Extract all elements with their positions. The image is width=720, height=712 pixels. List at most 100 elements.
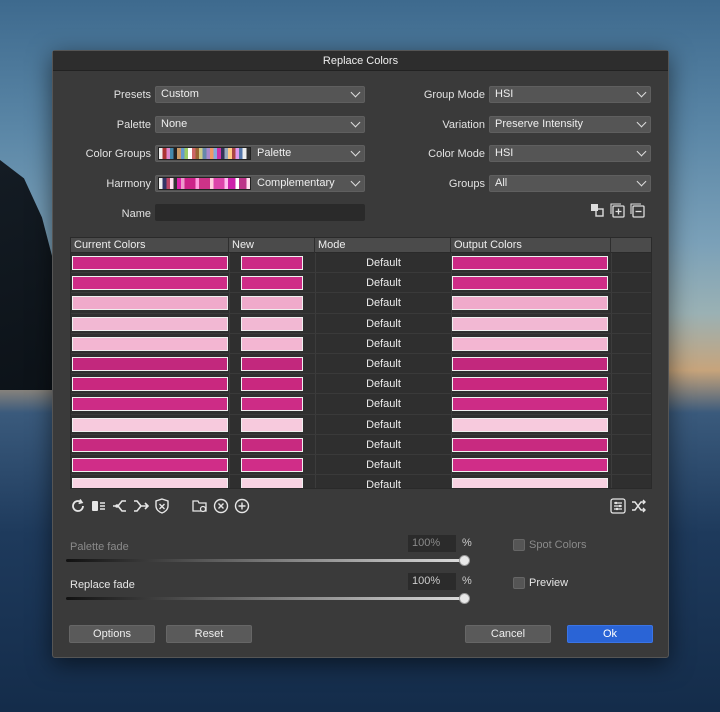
cancel-button[interactable]: Cancel [465, 625, 551, 643]
column-divider [611, 333, 612, 353]
color-groups-dropdown[interactable]: Palette [155, 145, 365, 162]
column-divider [229, 394, 230, 414]
mode-cell[interactable]: Default [316, 354, 451, 374]
table-row[interactable]: Default [71, 253, 651, 274]
add-group-icon[interactable] [610, 203, 625, 218]
settings-list-icon[interactable] [610, 498, 626, 514]
options-button[interactable]: Options [69, 625, 155, 643]
presets-dropdown[interactable]: Custom [155, 86, 365, 103]
variation-dropdown[interactable]: Preserve Intensity [489, 116, 651, 133]
colors-table: Current Colors New Mode Output Colors De… [70, 237, 652, 489]
column-divider [229, 273, 230, 293]
new-color-swatch[interactable] [241, 457, 303, 472]
replace-fade-track[interactable] [66, 597, 466, 600]
mode-cell[interactable]: Default [316, 475, 451, 488]
column-divider [611, 434, 612, 454]
chevron-down-icon [350, 176, 361, 187]
palette-dropdown[interactable]: None [155, 116, 365, 133]
table-row[interactable]: Default [71, 454, 651, 476]
mode-cell[interactable]: Default [316, 293, 451, 313]
current-color-swatch[interactable] [72, 478, 228, 488]
merge-arrow-icon[interactable] [133, 498, 150, 514]
shield-x-icon[interactable] [154, 498, 170, 514]
name-input[interactable] [155, 204, 365, 221]
new-color-swatch[interactable] [241, 377, 303, 392]
column-divider [229, 293, 230, 313]
palette-fade-knob[interactable] [459, 555, 470, 566]
group-mode-dropdown[interactable]: HSI [489, 86, 651, 103]
mode-cell[interactable]: Default [316, 394, 451, 414]
table-row[interactable]: Default [71, 394, 651, 415]
mode-cell[interactable]: Default [316, 455, 451, 475]
palette-fade-track[interactable] [66, 559, 466, 562]
spot-colors-checkbox[interactable] [513, 539, 525, 551]
mode-cell[interactable]: Default [316, 415, 451, 435]
add-circle-icon[interactable] [234, 498, 250, 514]
table-row[interactable]: Default [71, 434, 651, 455]
current-color-swatch[interactable] [72, 256, 228, 270]
table-row[interactable]: Default [71, 353, 651, 375]
current-color-swatch[interactable] [72, 397, 228, 412]
folder-settings-icon[interactable] [192, 498, 208, 514]
reset-button[interactable]: Reset [166, 625, 252, 643]
swap-colors-icon[interactable] [590, 203, 605, 218]
preview-checkbox[interactable] [513, 577, 525, 589]
palette-fade-unit: % [462, 537, 472, 549]
current-color-swatch[interactable] [72, 437, 228, 452]
new-color-swatch[interactable] [241, 256, 303, 270]
current-color-swatch[interactable] [72, 417, 228, 432]
remove-group-icon[interactable] [630, 203, 645, 218]
output-color-swatch [452, 336, 608, 351]
mode-cell[interactable]: Default [316, 273, 451, 293]
mode-cell[interactable]: Default [316, 435, 451, 455]
table-row[interactable]: Default [71, 273, 651, 294]
current-color-swatch[interactable] [72, 457, 228, 472]
column-divider [229, 374, 230, 394]
current-color-swatch[interactable] [72, 316, 228, 331]
ok-button[interactable]: Ok [567, 625, 653, 643]
color-mode-dropdown[interactable]: HSI [489, 145, 651, 162]
new-color-swatch[interactable] [241, 296, 303, 311]
replace-fade-knob[interactable] [459, 593, 470, 604]
shuffle-icon[interactable] [631, 498, 647, 514]
new-color-swatch[interactable] [241, 437, 303, 452]
group-mode-value: HSI [495, 88, 514, 100]
table-row[interactable]: Default [71, 374, 651, 395]
new-color-swatch[interactable] [241, 276, 303, 291]
new-color-swatch[interactable] [241, 417, 303, 432]
harmony-swatch-strip [158, 177, 251, 190]
table-body: Default Default Default Default Default Defau… [71, 253, 651, 488]
new-color-swatch[interactable] [241, 316, 303, 331]
mode-cell[interactable]: Default [316, 314, 451, 334]
col-extra [611, 238, 651, 253]
current-color-swatch[interactable] [72, 336, 228, 351]
merge-colors-icon[interactable] [91, 498, 107, 514]
remove-circle-icon[interactable] [213, 498, 229, 514]
column-divider [611, 273, 612, 293]
new-color-swatch[interactable] [241, 397, 303, 412]
table-row[interactable]: Default [71, 293, 651, 314]
chevron-down-icon [636, 176, 647, 187]
current-color-swatch[interactable] [72, 296, 228, 311]
groups-dropdown[interactable]: All [489, 175, 651, 192]
table-row[interactable]: Default [71, 333, 651, 354]
current-color-swatch[interactable] [72, 377, 228, 392]
mode-cell[interactable]: Default [316, 334, 451, 354]
new-color-swatch[interactable] [241, 356, 303, 371]
table-row[interactable]: Default [71, 414, 651, 435]
table-row[interactable]: Default [71, 313, 651, 334]
current-color-swatch[interactable] [72, 356, 228, 371]
new-color-swatch[interactable] [241, 478, 303, 488]
color-mode-label: Color Mode [428, 148, 485, 160]
palette-fade-input[interactable]: 100% [408, 535, 456, 552]
mode-cell[interactable]: Default [316, 374, 451, 394]
split-icon[interactable] [112, 498, 128, 514]
chevron-down-icon [636, 146, 647, 157]
table-row[interactable]: Default [71, 475, 651, 488]
mode-cell[interactable]: Default [316, 253, 451, 273]
new-color-swatch[interactable] [241, 336, 303, 351]
current-color-swatch[interactable] [72, 276, 228, 291]
replace-fade-input[interactable]: 100% [408, 573, 456, 590]
reset-rotate-icon[interactable] [70, 498, 86, 514]
harmony-dropdown[interactable]: Complementary [155, 175, 365, 192]
